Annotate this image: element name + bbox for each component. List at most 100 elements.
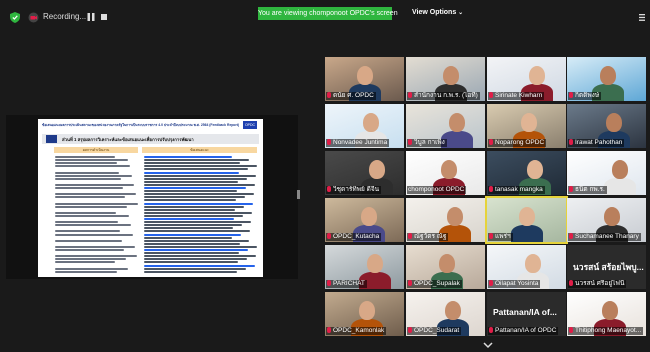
participant-name-label: OPDC_Sudarat	[407, 327, 462, 335]
participant-avatar	[445, 301, 461, 320]
mic-muted-icon	[569, 139, 573, 145]
text-line	[144, 245, 257, 248]
participant-tile[interactable]: Suchamanee Thanary	[567, 198, 646, 242]
participant-tile[interactable]: Sirinate Kiwharn	[487, 57, 566, 101]
text-line	[55, 245, 135, 248]
mic-muted-icon	[408, 280, 412, 286]
mic-muted-icon	[327, 92, 331, 98]
text-line	[144, 258, 247, 261]
participant-avatar	[519, 207, 535, 226]
view-options-button[interactable]: View Options ⌄	[412, 9, 463, 16]
recording-label: Recording...	[43, 12, 87, 21]
participant-avatar	[369, 160, 385, 179]
participant-tile[interactable]: OPDC_Supalak	[406, 245, 485, 289]
participant-name: Sirinate Kiwharn	[495, 92, 543, 99]
left-column-header: ผลการดำเนินงาน	[54, 147, 138, 153]
participant-tile[interactable]: PARICHAT	[325, 245, 404, 289]
text-line	[55, 165, 130, 168]
participant-tile[interactable]: tanasak mangka	[487, 151, 566, 195]
security-shield-icon[interactable]	[10, 12, 20, 23]
text-line	[55, 159, 128, 162]
viewing-screen-banner: You are viewing chomponoot OPDC's screen	[258, 7, 398, 20]
text-line	[55, 270, 117, 273]
participant-name-label: วิบูล กาเพิ่ง	[407, 139, 447, 147]
text-line	[144, 208, 235, 211]
participant-name: วิบูล กาเพิ่ง	[414, 139, 445, 146]
participant-avatar	[443, 66, 459, 85]
participant-tile[interactable]: ธนิต กพ.ร.	[567, 151, 646, 195]
text-line	[55, 196, 125, 199]
participant-name: PARICHAT	[333, 280, 365, 287]
text-line	[144, 211, 252, 214]
text-line	[144, 233, 241, 236]
text-line	[144, 267, 246, 270]
participant-tile[interactable]: Nonvadee Juntima	[325, 104, 404, 148]
participant-name-label: Sirinate Kiwharn	[488, 92, 545, 100]
participant-name: Nonvadee Juntima	[333, 139, 388, 146]
participant-name: Irawat Pahothan	[575, 139, 623, 146]
chevron-down-icon[interactable]	[480, 339, 496, 351]
grid-view-icon[interactable]	[639, 14, 645, 21]
participant-avatar	[357, 66, 373, 85]
text-line	[144, 255, 256, 258]
participant-name-label: Noparong OPDC	[488, 139, 547, 147]
mic-muted-icon	[489, 280, 493, 286]
participant-tile[interactable]: ณัฐวัตร ณัฐ	[406, 198, 485, 242]
text-line	[144, 264, 255, 267]
splitter-handle[interactable]	[297, 190, 300, 199]
text-line	[55, 267, 128, 270]
text-line	[144, 221, 251, 224]
participant-avatar	[604, 207, 620, 226]
participant-tile[interactable]: OPDC_Kutacha	[325, 198, 404, 242]
text-line	[144, 252, 239, 255]
participant-tile[interactable]: สำนักงาน ก.พ.ร. (ไอที)	[406, 57, 485, 101]
text-line	[144, 180, 238, 183]
participant-tile[interactable]: นวรสน์ สร้อยไพบู... นวรสน์ ศรีอยู่ไฟนี้	[567, 245, 646, 289]
text-line	[55, 214, 129, 217]
participant-avatar	[361, 207, 377, 226]
participant-tile[interactable]: แพร่ฯ	[485, 196, 568, 244]
participant-tile[interactable]: Oilapat Yosinta	[487, 245, 566, 289]
participant-avatar	[449, 113, 465, 132]
mic-muted-icon	[569, 92, 573, 98]
participant-video	[511, 225, 543, 242]
participant-name: นวรสน์ ศรีอยู่ไฟนี้	[575, 280, 625, 287]
participant-tile[interactable]: กิตติพงษ์	[567, 57, 646, 101]
pause-recording-button[interactable]	[87, 13, 95, 21]
participant-tile[interactable]: Noparong OPDC	[487, 104, 566, 148]
participant-name-label: chomponoot OPDC	[407, 186, 467, 194]
participant-tile[interactable]: Thitiphong Maenayot...	[567, 292, 646, 336]
text-line	[55, 183, 134, 186]
participant-tile[interactable]: OPDC_Kamonlak	[325, 292, 404, 336]
text-line	[144, 230, 250, 233]
participant-avatar	[602, 301, 618, 320]
text-line	[144, 218, 234, 220]
participant-avatar	[367, 254, 383, 273]
participant-tile[interactable]: Irawat Pahothan	[567, 104, 646, 148]
text-line	[144, 171, 239, 174]
participant-name-label: tanasak mangka	[488, 186, 545, 194]
text-line	[55, 211, 116, 214]
participant-display-name: นวรสน์ สร้อยไพบู...	[573, 262, 644, 272]
stop-recording-button[interactable]	[101, 14, 107, 20]
participant-name: ณัฐวัตร ณัฐ	[414, 233, 447, 240]
text-line	[144, 214, 243, 217]
text-line	[144, 270, 237, 273]
participant-name-label: ธนิต กพ.ร.	[568, 186, 607, 194]
participant-name-label: แพร่ฯ	[488, 233, 513, 241]
participant-name: OPDC_Sudarat	[414, 327, 460, 334]
participant-tile[interactable]: Pattanan/IA of... Pattanan/IA of OPDC	[487, 292, 566, 336]
participant-tile[interactable]: วิบูล กาเพิ่ง	[406, 104, 485, 148]
participant-tile[interactable]: chomponoot OPDC	[406, 151, 485, 195]
text-line	[55, 261, 115, 264]
mic-muted-icon	[569, 327, 573, 333]
participant-tile[interactable]: ดนัย ศ. OPDC	[325, 57, 404, 101]
participant-name: Pattanan/IA of OPDC	[495, 327, 557, 334]
participant-name: กิตติพงษ์	[575, 92, 600, 99]
participant-avatar	[359, 301, 375, 320]
participant-avatar	[529, 66, 545, 85]
mic-muted-icon	[569, 233, 573, 239]
participant-tile[interactable]: วิชุดาร์ทิพย์ ดีจีน	[325, 151, 404, 195]
participant-tile[interactable]: OPDC_Sudarat	[406, 292, 485, 336]
text-line	[144, 187, 246, 189]
